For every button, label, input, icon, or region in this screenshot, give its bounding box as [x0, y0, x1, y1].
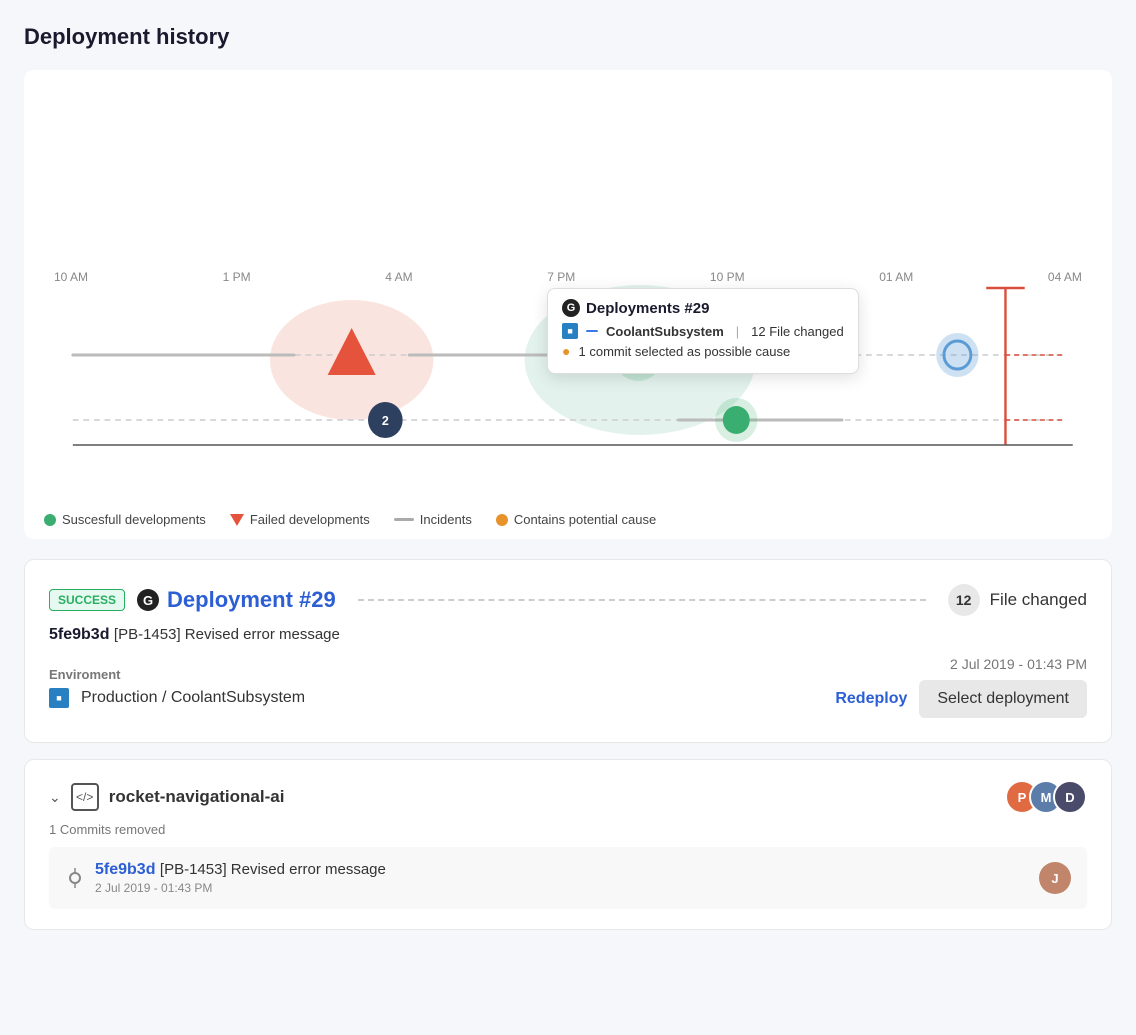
- repo-header: ⌄ </> rocket-navigational-ai P M D: [49, 780, 1087, 814]
- commits-removed-label: 1 Commits removed: [49, 822, 1087, 837]
- commit-msg: [PB-1453] Revised error message: [160, 861, 386, 878]
- legend-successful-label: Suscesfull developments: [62, 512, 206, 527]
- bitbucket-icon: ■: [562, 323, 578, 339]
- tooltip: G Deployments #29 ■ CoolantSubsystem | 1…: [547, 288, 859, 374]
- deployment-date: 2 Jul 2019 - 01:43 PM: [835, 656, 1087, 672]
- file-changed-label: File changed: [990, 590, 1087, 610]
- legend-successful: Suscesfull developments: [44, 512, 206, 527]
- page-title: Deployment history: [24, 24, 1112, 50]
- legend-failed: Failed developments: [230, 512, 370, 527]
- deployment-g-icon: G: [137, 589, 159, 611]
- env-section: Enviroment ■ Production / CoolantSubsyst…: [49, 667, 305, 708]
- legend-incidents: Incidents: [394, 512, 472, 527]
- commit-card: 5fe9b3d [PB-1453] Revised error message …: [49, 847, 1087, 909]
- chart-container: 2 👆 10 AM 1: [24, 70, 1112, 539]
- code-icon: </>: [71, 783, 99, 811]
- svg-text:2: 2: [382, 413, 389, 428]
- tooltip-title: G Deployments #29: [562, 299, 844, 317]
- commit-date: 2 Jul 2019 - 01:43 PM: [95, 881, 1039, 895]
- repo-card: ⌄ </> rocket-navigational-ai P M D 1 Com…: [24, 759, 1112, 930]
- tooltip-service-row: ■ CoolantSubsystem | 12 File changed: [562, 323, 844, 339]
- tooltip-commit-row: ● 1 commit selected as possible cause: [562, 343, 844, 359]
- deployment-title-text: Deployment #29: [167, 587, 336, 613]
- legend-dot-green: [44, 514, 56, 526]
- commit-author-avatar: J: [1039, 862, 1071, 894]
- env-label: Enviroment: [49, 667, 305, 682]
- legend-dash-gray: [394, 518, 414, 521]
- commit-detail: 5fe9b3d [PB-1453] Revised error message …: [95, 861, 1039, 895]
- card-bottom-row: Enviroment ■ Production / CoolantSubsyst…: [49, 656, 1087, 718]
- select-deployment-button[interactable]: Select deployment: [919, 680, 1087, 718]
- status-badge: SUCCESS: [49, 589, 125, 611]
- orange-dot-icon: ●: [562, 343, 570, 359]
- tooltip-service-badge: [586, 330, 598, 332]
- deployment-title: G Deployment #29: [137, 587, 336, 613]
- legend-incidents-label: Incidents: [420, 512, 472, 527]
- g-brand-icon: G: [562, 299, 580, 317]
- chevron-down-icon[interactable]: ⌄: [49, 789, 61, 806]
- file-count-badge: 12: [948, 584, 980, 616]
- tooltip-files: 12 File changed: [751, 324, 844, 339]
- commit-message: [PB-1453] Revised error message: [114, 626, 340, 643]
- legend-failed-label: Failed developments: [250, 512, 370, 527]
- card-header: SUCCESS G Deployment #29 12 File changed: [49, 584, 1087, 616]
- tooltip-commit-text: 1 commit selected as possible cause: [579, 344, 791, 359]
- chart-legend: Suscesfull developments Failed developme…: [44, 512, 1092, 527]
- redeploy-button[interactable]: Redeploy: [835, 690, 907, 708]
- dotted-separator: [358, 599, 926, 601]
- avatar-3: D: [1053, 780, 1087, 814]
- chart-area: 2 👆 10 AM 1: [44, 270, 1092, 500]
- commit-hash-message: 5fe9b3d [PB-1453] Revised error message: [95, 861, 1039, 879]
- legend-dot-orange: [496, 514, 508, 526]
- date-block: 2 Jul 2019 - 01:43 PM Redeploy Select de…: [835, 656, 1087, 718]
- env-name: Production / CoolantSubsystem: [81, 689, 305, 707]
- legend-potential-cause: Contains potential cause: [496, 512, 656, 527]
- commit-dot-icon: [65, 868, 85, 888]
- legend-triangle-red: [230, 514, 244, 526]
- commit-hash-link[interactable]: 5fe9b3d: [95, 861, 155, 878]
- env-row: ■ Production / CoolantSubsystem: [49, 688, 305, 708]
- repo-name: rocket-navigational-ai: [109, 787, 285, 807]
- card-right: 12 File changed: [948, 584, 1087, 616]
- commit-info-row: 5fe9b3d [PB-1453] Revised error message: [49, 626, 1087, 644]
- env-bitbucket-icon: ■: [49, 688, 69, 708]
- deployment-card: SUCCESS G Deployment #29 12 File changed…: [24, 559, 1112, 743]
- action-row: 2 Jul 2019 - 01:43 PM Redeploy Select de…: [835, 656, 1087, 718]
- tooltip-title-text: Deployments #29: [586, 300, 709, 317]
- tooltip-service-name: CoolantSubsystem: [606, 324, 724, 339]
- commit-hash: 5fe9b3d: [49, 626, 109, 643]
- legend-potential-cause-label: Contains potential cause: [514, 512, 656, 527]
- avatar-group: P M D: [1005, 780, 1087, 814]
